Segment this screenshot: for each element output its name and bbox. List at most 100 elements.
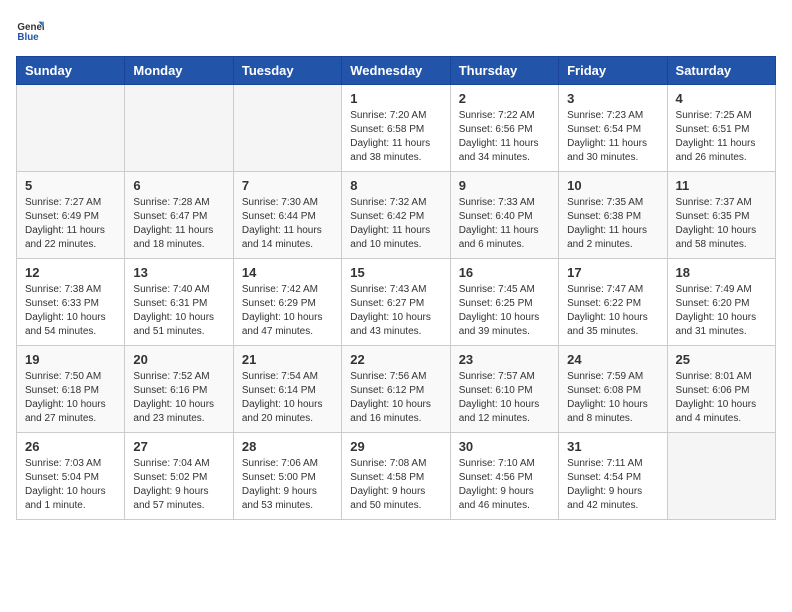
calendar-week-row: 12 Sunrise: 7:38 AM Sunset: 6:33 PM Dayli… (17, 259, 776, 346)
day-number: 11 (676, 178, 767, 193)
calendar-cell: 18 Sunrise: 7:49 AM Sunset: 6:20 PM Dayli… (667, 259, 775, 346)
weekday-header-monday: Monday (125, 57, 233, 85)
calendar-cell: 5 Sunrise: 7:27 AM Sunset: 6:49 PM Daylig… (17, 172, 125, 259)
calendar-cell: 11 Sunrise: 7:37 AM Sunset: 6:35 PM Dayli… (667, 172, 775, 259)
calendar-week-row: 1 Sunrise: 7:20 AM Sunset: 6:58 PM Daylig… (17, 85, 776, 172)
day-info: Sunrise: 7:23 AM Sunset: 6:54 PM Dayligh… (567, 109, 658, 165)
calendar-cell: 6 Sunrise: 7:28 AM Sunset: 6:47 PM Daylig… (125, 172, 233, 259)
svg-text:Blue: Blue (17, 32, 39, 43)
calendar-cell: 2 Sunrise: 7:22 AM Sunset: 6:56 PM Daylig… (450, 85, 558, 172)
day-info: Sunrise: 7:25 AM Sunset: 6:51 PM Dayligh… (676, 109, 767, 165)
calendar-cell: 16 Sunrise: 7:45 AM Sunset: 6:25 PM Dayli… (450, 259, 558, 346)
day-number: 18 (676, 265, 767, 280)
day-number: 31 (567, 439, 658, 454)
logo: General Blue (16, 16, 48, 44)
day-number: 23 (459, 352, 550, 367)
calendar-cell (17, 85, 125, 172)
day-number: 3 (567, 91, 658, 106)
day-info: Sunrise: 7:03 AM Sunset: 5:04 PM Dayligh… (25, 457, 116, 513)
calendar-cell: 23 Sunrise: 7:57 AM Sunset: 6:10 PM Dayli… (450, 346, 558, 433)
day-number: 6 (133, 178, 224, 193)
day-info: Sunrise: 7:38 AM Sunset: 6:33 PM Dayligh… (25, 283, 116, 339)
calendar-cell: 27 Sunrise: 7:04 AM Sunset: 5:02 PM Dayli… (125, 433, 233, 520)
weekday-header-sunday: Sunday (17, 57, 125, 85)
day-info: Sunrise: 7:33 AM Sunset: 6:40 PM Dayligh… (459, 196, 550, 252)
calendar-cell: 28 Sunrise: 7:06 AM Sunset: 5:00 PM Dayli… (233, 433, 341, 520)
calendar-cell: 21 Sunrise: 7:54 AM Sunset: 6:14 PM Dayli… (233, 346, 341, 433)
calendar-cell: 14 Sunrise: 7:42 AM Sunset: 6:29 PM Dayli… (233, 259, 341, 346)
calendar-cell: 19 Sunrise: 7:50 AM Sunset: 6:18 PM Dayli… (17, 346, 125, 433)
day-number: 10 (567, 178, 658, 193)
day-number: 9 (459, 178, 550, 193)
day-number: 12 (25, 265, 116, 280)
weekday-header-thursday: Thursday (450, 57, 558, 85)
day-info: Sunrise: 7:49 AM Sunset: 6:20 PM Dayligh… (676, 283, 767, 339)
calendar-cell: 26 Sunrise: 7:03 AM Sunset: 5:04 PM Dayli… (17, 433, 125, 520)
day-info: Sunrise: 7:06 AM Sunset: 5:00 PM Dayligh… (242, 457, 333, 513)
day-info: Sunrise: 7:22 AM Sunset: 6:56 PM Dayligh… (459, 109, 550, 165)
day-info: Sunrise: 7:30 AM Sunset: 6:44 PM Dayligh… (242, 196, 333, 252)
calendar-cell: 3 Sunrise: 7:23 AM Sunset: 6:54 PM Daylig… (559, 85, 667, 172)
calendar-cell: 17Sunrise: 7:47 AM Sunset: 6:22 PM Dayli… (559, 259, 667, 346)
day-info: Sunrise: 7:43 AM Sunset: 6:27 PM Dayligh… (350, 283, 441, 339)
logo-icon: General Blue (16, 16, 44, 44)
calendar-cell: 20 Sunrise: 7:52 AM Sunset: 6:16 PM Dayli… (125, 346, 233, 433)
calendar-cell (125, 85, 233, 172)
calendar-cell: 12 Sunrise: 7:38 AM Sunset: 6:33 PM Dayli… (17, 259, 125, 346)
calendar-cell: 7 Sunrise: 7:30 AM Sunset: 6:44 PM Daylig… (233, 172, 341, 259)
calendar-cell: 29Sunrise: 7:08 AM Sunset: 4:58 PM Dayli… (342, 433, 450, 520)
day-info: Sunrise: 7:54 AM Sunset: 6:14 PM Dayligh… (242, 370, 333, 426)
day-number: 4 (676, 91, 767, 106)
calendar-cell: 10Sunrise: 7:35 AM Sunset: 6:38 PM Dayli… (559, 172, 667, 259)
day-number: 14 (242, 265, 333, 280)
day-info: Sunrise: 7:52 AM Sunset: 6:16 PM Dayligh… (133, 370, 224, 426)
day-info: Sunrise: 7:10 AM Sunset: 4:56 PM Dayligh… (459, 457, 550, 513)
calendar-week-row: 5 Sunrise: 7:27 AM Sunset: 6:49 PM Daylig… (17, 172, 776, 259)
calendar-cell: 13 Sunrise: 7:40 AM Sunset: 6:31 PM Dayli… (125, 259, 233, 346)
calendar-cell: 1 Sunrise: 7:20 AM Sunset: 6:58 PM Daylig… (342, 85, 450, 172)
day-info: Sunrise: 7:27 AM Sunset: 6:49 PM Dayligh… (25, 196, 116, 252)
day-number: 2 (459, 91, 550, 106)
weekday-header-tuesday: Tuesday (233, 57, 341, 85)
day-info: Sunrise: 7:40 AM Sunset: 6:31 PM Dayligh… (133, 283, 224, 339)
day-info: Sunrise: 7:42 AM Sunset: 6:29 PM Dayligh… (242, 283, 333, 339)
day-info: Sunrise: 7:47 AM Sunset: 6:22 PM Dayligh… (567, 283, 658, 339)
day-number: 30 (459, 439, 550, 454)
day-number: 13 (133, 265, 224, 280)
calendar-cell: 30 Sunrise: 7:10 AM Sunset: 4:56 PM Dayli… (450, 433, 558, 520)
day-info: Sunrise: 8:01 AM Sunset: 6:06 PM Dayligh… (676, 370, 767, 426)
day-number: 22 (350, 352, 441, 367)
weekday-header-wednesday: Wednesday (342, 57, 450, 85)
day-info: Sunrise: 7:45 AM Sunset: 6:25 PM Dayligh… (459, 283, 550, 339)
day-info: Sunrise: 7:28 AM Sunset: 6:47 PM Dayligh… (133, 196, 224, 252)
calendar-cell: 24 Sunrise: 7:59 AM Sunset: 6:08 PM Dayli… (559, 346, 667, 433)
day-info: Sunrise: 7:20 AM Sunset: 6:58 PM Dayligh… (350, 109, 441, 165)
day-number: 26 (25, 439, 116, 454)
calendar-week-row: 26 Sunrise: 7:03 AM Sunset: 5:04 PM Dayli… (17, 433, 776, 520)
calendar-cell: 9 Sunrise: 7:33 AM Sunset: 6:40 PM Daylig… (450, 172, 558, 259)
calendar-cell: 25Sunrise: 8:01 AM Sunset: 6:06 PM Dayli… (667, 346, 775, 433)
day-number: 27 (133, 439, 224, 454)
day-number: 8 (350, 178, 441, 193)
day-number: 15 (350, 265, 441, 280)
calendar-cell: 8Sunrise: 7:32 AM Sunset: 6:42 PM Daylig… (342, 172, 450, 259)
day-number: 29 (350, 439, 441, 454)
day-number: 5 (25, 178, 116, 193)
weekday-header-saturday: Saturday (667, 57, 775, 85)
day-number: 24 (567, 352, 658, 367)
day-number: 20 (133, 352, 224, 367)
day-number: 19 (25, 352, 116, 367)
calendar-week-row: 19 Sunrise: 7:50 AM Sunset: 6:18 PM Dayli… (17, 346, 776, 433)
day-info: Sunrise: 7:37 AM Sunset: 6:35 PM Dayligh… (676, 196, 767, 252)
day-info: Sunrise: 7:57 AM Sunset: 6:10 PM Dayligh… (459, 370, 550, 426)
day-info: Sunrise: 7:50 AM Sunset: 6:18 PM Dayligh… (25, 370, 116, 426)
day-info: Sunrise: 7:59 AM Sunset: 6:08 PM Dayligh… (567, 370, 658, 426)
calendar-header-row: SundayMondayTuesdayWednesdayThursdayFrid… (17, 57, 776, 85)
day-number: 28 (242, 439, 333, 454)
day-number: 1 (350, 91, 441, 106)
day-number: 16 (459, 265, 550, 280)
day-number: 7 (242, 178, 333, 193)
calendar-cell: 15 Sunrise: 7:43 AM Sunset: 6:27 PM Dayli… (342, 259, 450, 346)
day-number: 21 (242, 352, 333, 367)
day-info: Sunrise: 7:04 AM Sunset: 5:02 PM Dayligh… (133, 457, 224, 513)
